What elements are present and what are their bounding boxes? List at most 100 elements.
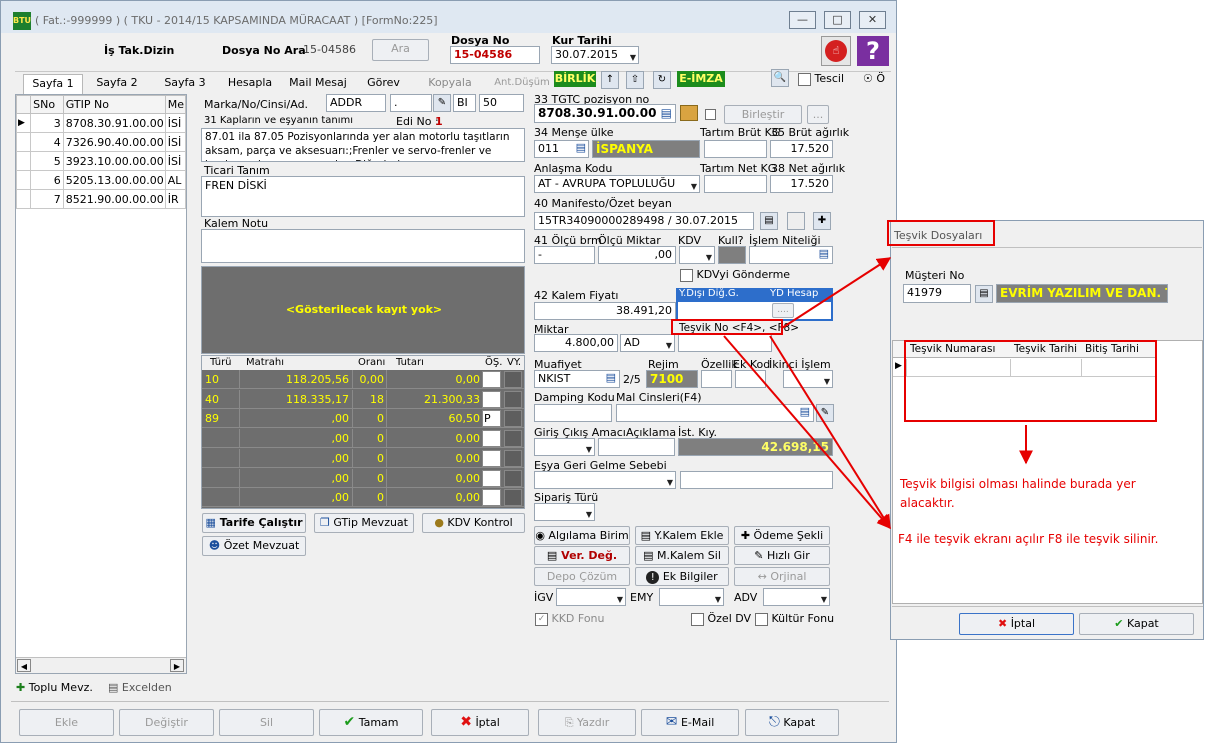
box-icon[interactable]	[680, 105, 698, 121]
tax-cell-os[interactable]	[482, 489, 501, 507]
eimza-button[interactable]: E-İMZA	[677, 71, 725, 87]
maximize-button[interactable]: □	[824, 11, 851, 29]
tab-hesapla[interactable]: Hesapla	[219, 74, 281, 94]
tax-cell-os[interactable]	[482, 430, 501, 448]
kkd-fonu-checkbox[interactable]: ✓ KKD Fonu	[535, 612, 605, 626]
sil-button[interactable]: Sil	[219, 709, 314, 736]
picker-icon[interactable]: ▤	[661, 106, 672, 120]
kalem-notu-textarea[interactable]	[201, 229, 525, 263]
tab-ant-dusum[interactable]: Ant.Düşüm	[491, 74, 553, 94]
ekle-button[interactable]: Ekle	[19, 709, 114, 736]
close-window-button[interactable]: ✕	[859, 11, 886, 29]
tartim-net-input[interactable]	[704, 175, 767, 193]
kur-tarihi-select[interactable]: 30.07.2015 ▼	[551, 46, 639, 64]
scroll-left-icon[interactable]: ◀	[17, 659, 31, 672]
picker-icon[interactable]: ▤	[819, 247, 829, 261]
tax-row[interactable]: 10 118.205,56 0,00 0,00	[202, 370, 524, 389]
tab-sayfa-1[interactable]: Sayfa 1	[23, 74, 83, 94]
tax-row[interactable]: ,00 0 0,00	[202, 429, 524, 449]
birlestir-button[interactable]: Birleştir	[724, 105, 802, 124]
dialog-kapat-button[interactable]: ✔ Kapat	[1079, 613, 1194, 635]
damping-input[interactable]	[534, 404, 612, 422]
table-row[interactable]: 7 8521.90.00.00.00 İR	[15, 189, 187, 209]
tesvik-grid-row[interactable]: ▶	[893, 359, 1157, 377]
bi-input[interactable]: BI	[453, 94, 476, 112]
kapat-button[interactable]: ⎋ Kapat	[745, 709, 839, 736]
ticari-tanim-textarea[interactable]: FREN DİSKİ	[201, 176, 525, 217]
ozel-dv-checkbox[interactable]: Özel DV	[691, 612, 751, 626]
picker-icon[interactable]: ▤	[800, 405, 810, 419]
horizontal-scrollbar[interactable]: ◀ ▶	[16, 657, 186, 673]
alarm-icon-button[interactable]: ☝	[821, 36, 851, 66]
ek-bilgiler-button[interactable]: ! Ek Bilgiler	[635, 567, 729, 586]
tax-cell-os[interactable]	[482, 469, 501, 487]
olcu-input[interactable]: -	[534, 246, 595, 264]
export-icon[interactable]: ↑	[601, 71, 619, 89]
islem-niteligi-input[interactable]: ▤	[749, 246, 833, 264]
globe-icon[interactable]: ☉ Ö	[863, 72, 885, 85]
ozellik-input[interactable]	[701, 370, 732, 388]
esya-geri-aciklama-input[interactable]	[680, 471, 833, 489]
dosya-no-field[interactable]: 15-04586	[450, 46, 540, 64]
emy-select[interactable]: ▼	[659, 588, 724, 606]
giris-cikis-select[interactable]: ▼	[534, 438, 595, 456]
degistir-button[interactable]: Değiştir	[119, 709, 214, 736]
ikinci-islem-select[interactable]: ▼	[783, 370, 833, 388]
tax-row[interactable]: 89 ,00 0 60,50 P	[202, 409, 524, 429]
kdv-kontrol-button[interactable]: ● KDV Kontrol	[422, 513, 525, 533]
tamam-button[interactable]: ✔ Tamam	[319, 709, 423, 736]
list-icon[interactable]: ▤	[760, 212, 778, 230]
tescil-checkbox[interactable]: Tescil	[798, 72, 844, 86]
dialog-iptal-button[interactable]: ✖ İptal	[959, 613, 1074, 635]
blank-icon[interactable]	[787, 212, 805, 230]
table-row[interactable]: 6 5205.13.00.00.00 AL	[15, 170, 187, 190]
calendar-icon[interactable]: ▤	[975, 285, 993, 303]
birlik-button[interactable]: BİRLİK	[554, 71, 596, 87]
m-kalem-sil-button[interactable]: ▤ M.Kalem Sil	[635, 546, 729, 565]
ara-button[interactable]: Ara	[372, 39, 429, 61]
dosya-no-ara-value[interactable]: 15-04586	[303, 43, 356, 56]
scroll-right-icon[interactable]: ▶	[170, 659, 184, 672]
gtip-pozisyon-input[interactable]: 8708.30.91.00.00 ▤	[534, 104, 676, 123]
tartim-brut-input[interactable]	[704, 140, 767, 158]
description-textarea[interactable]: 87.01 ila 87.05 Pozisyonlarında yer alan…	[201, 128, 525, 162]
picker-icon[interactable]: ▤	[606, 371, 616, 385]
upload-icon[interactable]: ⇧	[626, 71, 644, 89]
gtip-mevzuat-button[interactable]: ❐ GTip Mevzuat	[314, 513, 414, 533]
table-row[interactable]: ▶ 3 8708.30.91.00.00 İSİ	[15, 113, 187, 133]
olcu-miktar-input[interactable]: ,00	[598, 246, 676, 264]
help-icon[interactable]: ?	[857, 36, 889, 66]
marka-input[interactable]: ADDR	[326, 94, 386, 112]
depo-cozum-button[interactable]: Depo Çözüm	[534, 567, 630, 586]
tesvik-input[interactable]	[678, 334, 772, 352]
add-doc-icon[interactable]: ✚	[813, 212, 831, 230]
edit-icon[interactable]: ✎	[816, 404, 834, 422]
tab-mail-mesaj[interactable]: Mail Mesaj	[284, 74, 352, 94]
edit-icon[interactable]: ✎	[433, 94, 451, 112]
net-input[interactable]: 17.520	[770, 175, 833, 193]
refresh-icon[interactable]: ↻	[653, 71, 671, 89]
tab-sayfa-2[interactable]: Sayfa 2	[86, 74, 148, 94]
musteri-no-input[interactable]: 41979	[903, 284, 971, 303]
table-row[interactable]: 5 3923.10.00.00.00 İSİ	[15, 151, 187, 171]
muafiyet-input[interactable]: NKIST ▤	[534, 370, 620, 388]
email-button[interactable]: ✉ E-Mail	[641, 709, 739, 736]
miktar-unit-select[interactable]: AD ▼	[620, 334, 675, 352]
yd-fields[interactable]: ....	[676, 300, 833, 321]
kultur-fonu-checkbox[interactable]: Kültür Fonu	[755, 612, 834, 626]
toplu-mevz-button[interactable]: ✚ Toplu Mevz.	[16, 679, 98, 697]
birlestir-more-button[interactable]: ...	[807, 105, 829, 124]
tarife-calistir-button[interactable]: ▦ Tarife Çalıştır	[202, 513, 306, 533]
esya-geri-select[interactable]: ▼	[534, 471, 676, 489]
tax-cell-os[interactable]	[482, 390, 501, 408]
miktar-input[interactable]: 4.800,00	[534, 334, 618, 352]
tax-cell-os[interactable]: P	[482, 410, 501, 428]
adv-select[interactable]: ▼	[763, 588, 830, 606]
algilama-birim-button[interactable]: ◉ Algılama Birim	[534, 526, 630, 545]
minimize-button[interactable]: —	[789, 11, 816, 29]
tax-cell-os[interactable]	[482, 371, 501, 388]
is-takip-dizin-link[interactable]: İş Tak.Dizin	[104, 44, 174, 57]
tax-row[interactable]: ,00 0 0,00	[202, 468, 524, 488]
excelden-button[interactable]: ▤ Excelden	[108, 679, 188, 697]
tax-row[interactable]: ,00 0 0,00	[202, 448, 524, 468]
